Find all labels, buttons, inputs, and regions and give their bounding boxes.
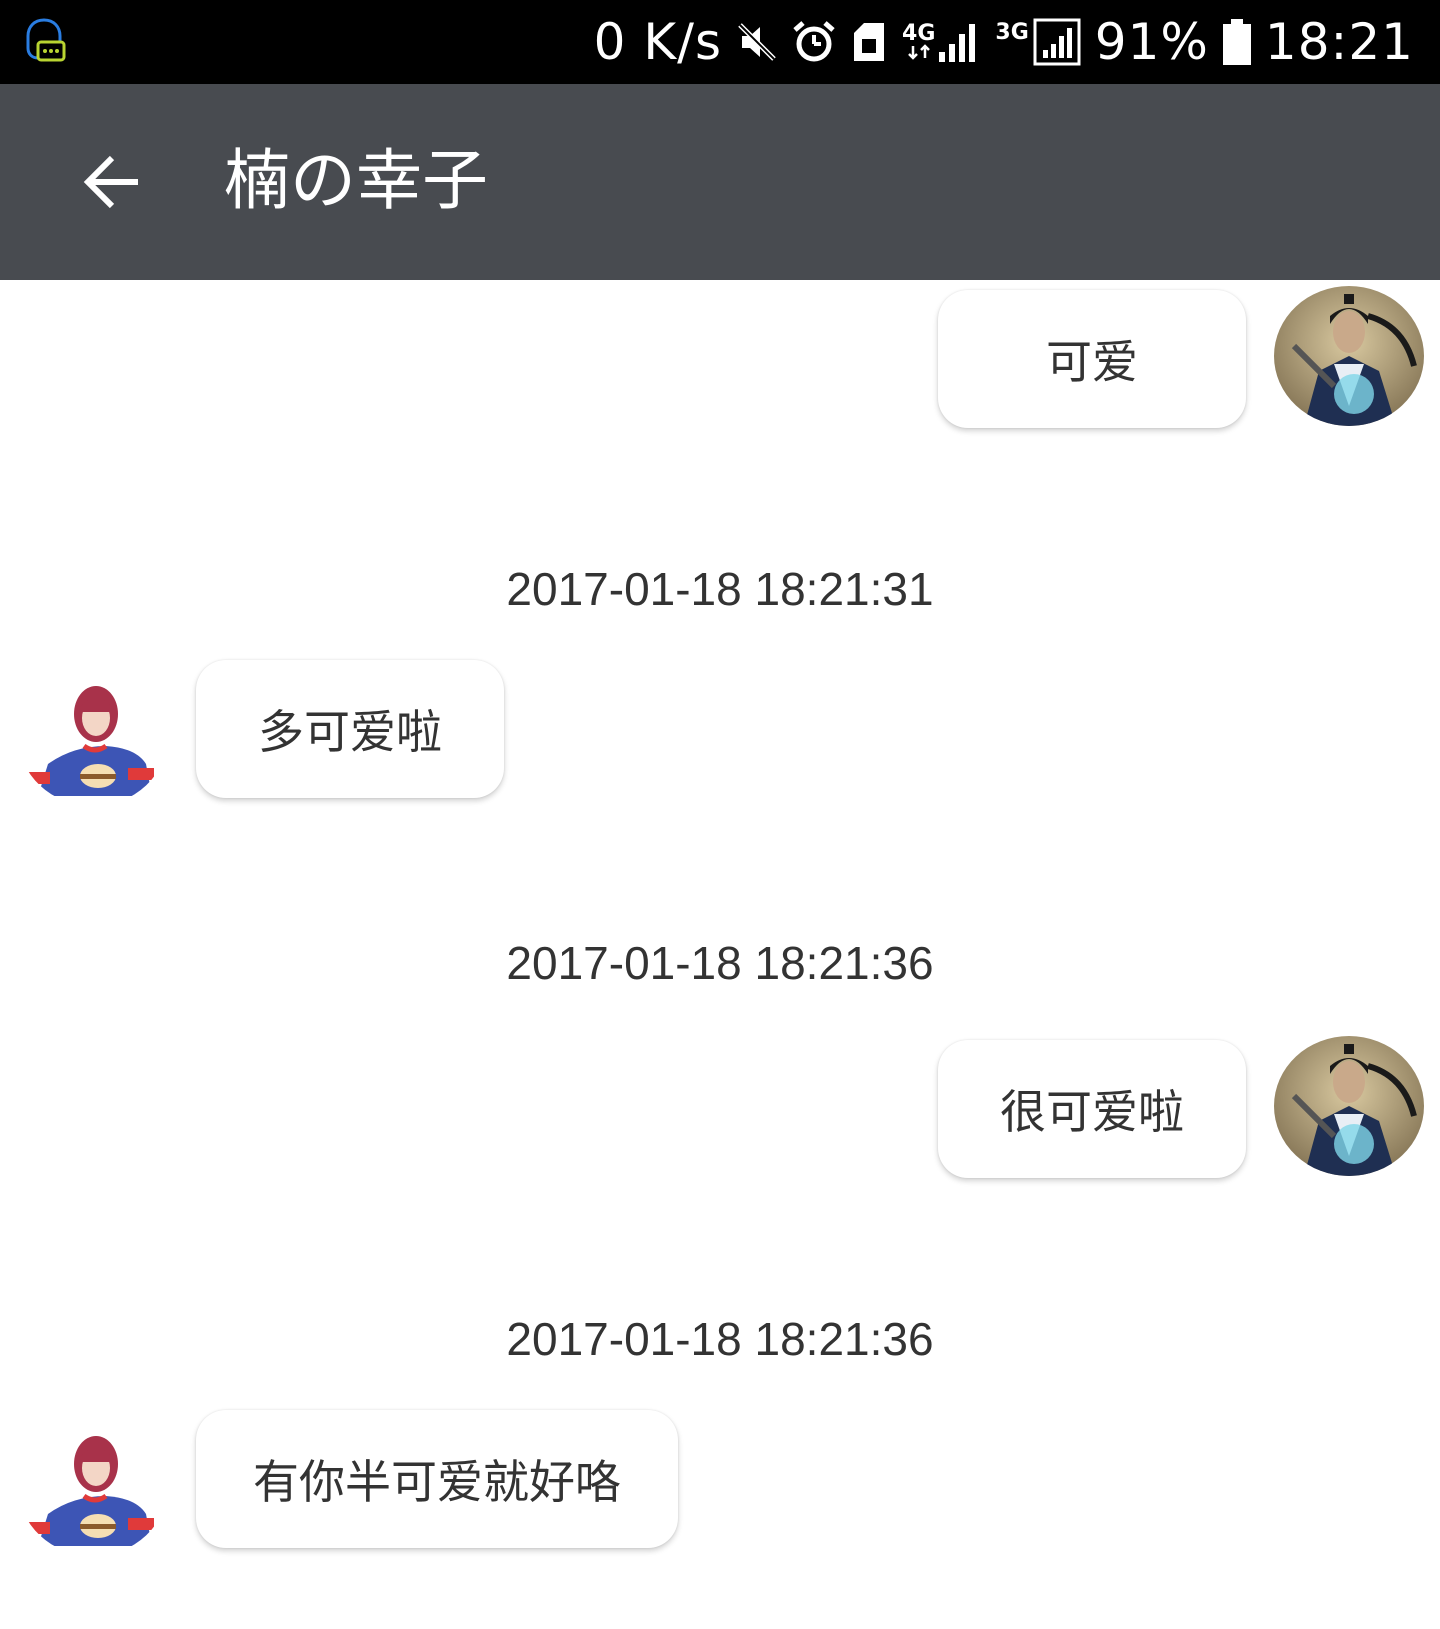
message-bubble[interactable]: 可爱 — [938, 290, 1246, 428]
mute-icon — [736, 21, 778, 63]
avatar[interactable] — [1274, 1036, 1424, 1176]
3g-signal-icon: 3G — [995, 18, 1081, 66]
clock: 18:21 — [1264, 13, 1414, 71]
status-bar: 0 K/s 4G 3G 91% 18:21 — [0, 0, 1440, 84]
page-title: 楠の幸子 — [224, 142, 488, 219]
net-speed: 0 K/s — [593, 13, 723, 71]
sim-card-icon — [850, 21, 888, 63]
message-text: 可爱 — [1046, 335, 1138, 389]
message-bubble[interactable]: 多可爱啦 — [196, 660, 504, 798]
4g-signal-icon: 4G — [902, 20, 981, 64]
message-bubble[interactable]: 有你半可爱就好咯 — [196, 1410, 678, 1548]
message-timestamp: 2017-01-18 18:21:31 — [506, 563, 934, 615]
battery-percent: 91% — [1094, 13, 1209, 71]
message-text: 很可爱啦 — [1000, 1085, 1184, 1139]
battery-icon — [1222, 19, 1251, 65]
message-text: 多可爱啦 — [258, 705, 442, 759]
message-timestamp: 2017-01-18 18:21:36 — [506, 1313, 934, 1365]
avatar[interactable] — [1274, 286, 1424, 426]
back-button[interactable] — [74, 144, 150, 220]
avatar[interactable] — [18, 666, 168, 806]
alarm-icon — [792, 20, 836, 64]
message-timestamp: 2017-01-18 18:21:36 — [506, 937, 934, 989]
avatar[interactable] — [18, 1416, 168, 1556]
chat-list: 可爱 2017-01-18 18:21:31 多可爱啦 2017-01-18 1… — [0, 280, 1440, 1629]
message-bubble[interactable]: 很可爱啦 — [938, 1040, 1246, 1178]
message-text: 有你半可爱就好咯 — [253, 1455, 621, 1509]
arrow-left-icon — [83, 155, 138, 209]
chat-notification-icon — [22, 16, 66, 68]
app-bar: 楠の幸子 — [0, 84, 1440, 280]
